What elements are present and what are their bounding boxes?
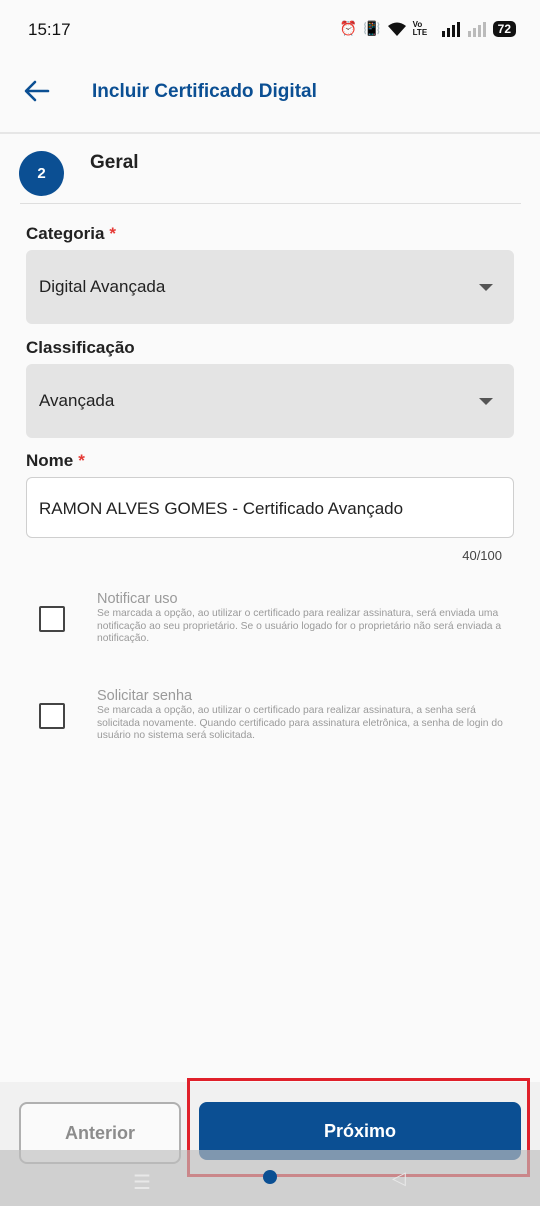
nome-label-text: Nome [26,451,74,470]
nome-label: Nome * [26,451,85,471]
signal-icon [441,21,460,37]
step-number-badge: 2 [19,151,64,196]
recent-apps-icon[interactable]: ☰ [133,1170,151,1195]
alarm-icon: ⏰ [339,20,358,36]
notificar-uso-title: Notificar uso [97,591,178,607]
step-title: Geral [90,152,139,173]
back-icon[interactable]: ◁ [392,1168,406,1189]
classificacao-select[interactable]: Avançada [26,364,514,438]
solicitar-senha-title: Solicitar senha [97,688,193,704]
categoria-select-value: Digital Avançada [39,277,166,296]
classificacao-label-text: Classificação [26,338,135,357]
categoria-label: Categoria * [26,224,116,244]
required-asterisk: * [78,451,85,470]
solicitar-senha-description: Se marcada a opção, ao utilizar o certif… [97,705,503,741]
nome-input-value: RAMON ALVES GOMES - Certificado Avançado [39,499,404,518]
status-bar: 15:17 ⏰ 📳 Vo LTE 72 [0,0,540,62]
dropdown-caret-icon [479,398,493,405]
status-icons: ⏰ 📳 Vo LTE 72 [340,20,516,37]
vibrate-icon: 📳 [363,20,381,36]
home-icon[interactable] [263,1170,277,1184]
system-nav-bar: ☰ ◁ [0,1150,540,1206]
back-arrow-icon[interactable] [22,76,52,106]
classificacao-select-value: Avançada [39,391,115,410]
dropdown-caret-icon [479,284,493,291]
status-time: 15:17 [28,20,71,39]
required-asterisk: * [109,224,117,243]
signal-2-icon [467,21,486,37]
wifi-icon [387,22,406,36]
notificar-uso-description: Se marcada a opção, ao utilizar o certif… [97,608,502,644]
step-divider [20,203,521,204]
battery-icon: 72 [492,20,516,37]
app-bar: Incluir Certificado Digital [0,62,540,134]
classificacao-label: Classificação [26,338,135,358]
solicitar-senha-checkbox[interactable] [39,703,65,729]
character-counter: 40/100 [462,548,502,563]
categoria-label-text: Categoria [26,224,105,243]
categoria-select[interactable]: Digital Avançada [26,250,514,324]
notificar-uso-checkbox[interactable] [39,606,65,632]
nome-input[interactable]: RAMON ALVES GOMES - Certificado Avançado [26,477,514,538]
page-title: Incluir Certificado Digital [92,81,317,102]
volte-icon: Vo LTE [412,19,428,37]
